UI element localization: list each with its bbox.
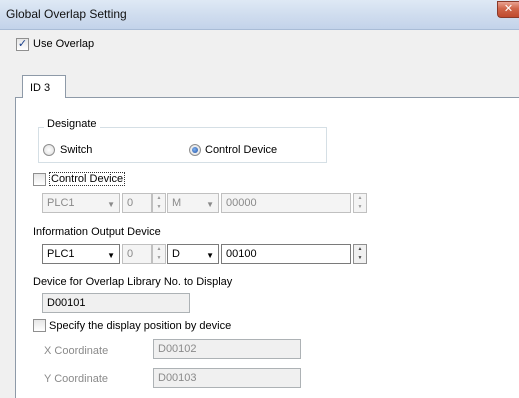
library-display-field: D00101 (42, 293, 190, 313)
control-device-radio[interactable] (189, 144, 201, 156)
info-address-input[interactable]: 00100 (221, 244, 351, 264)
chevron-down-icon: ▼ (206, 200, 214, 209)
info-device-type-select[interactable]: D ▼ (167, 244, 219, 264)
tab-id3[interactable]: ID 3 (22, 75, 66, 98)
info-station-spinner[interactable]: ▲ ▼ (152, 244, 166, 264)
x-coordinate-field: D00102 (153, 339, 301, 359)
window-title: Global Overlap Setting (6, 7, 127, 21)
library-display-label: Device for Overlap Library No. to Displa… (33, 276, 233, 288)
control-station-spinner[interactable]: ▲ ▼ (152, 193, 166, 213)
control-plc-select[interactable]: PLC1 ▼ (42, 193, 120, 213)
use-overlap-label: Use Overlap (33, 38, 95, 50)
y-coordinate-label: Y Coordinate (44, 373, 109, 385)
info-address-spinner[interactable]: ▲ ▼ (353, 244, 367, 264)
info-plc-select[interactable]: PLC1 ▼ (42, 244, 120, 264)
title-bar: Global Overlap Setting ✕ (0, 0, 519, 30)
control-address-input[interactable]: 00000 (221, 193, 351, 213)
chevron-down-icon: ▼ (206, 251, 214, 260)
x-coordinate-label: X Coordinate (44, 345, 109, 357)
close-button[interactable]: ✕ (497, 1, 519, 18)
checkmark-icon: ✓ (17, 38, 28, 50)
switch-radio[interactable] (43, 144, 55, 156)
chevron-down-icon: ▼ (107, 251, 115, 260)
control-address-spinner[interactable]: ▲ ▼ (353, 193, 367, 213)
spin-arrows-icon: ▲ ▼ (357, 195, 363, 210)
use-overlap-checkbox[interactable]: ✓ (16, 38, 29, 51)
control-device-checkbox[interactable] (33, 173, 46, 186)
control-device-type-select[interactable]: M ▼ (167, 193, 219, 213)
control-device-label: Control Device (49, 172, 126, 186)
spin-arrows-icon: ▲ ▼ (357, 246, 363, 261)
control-station-input[interactable]: 0 (122, 193, 152, 213)
spin-arrows-icon: ▲ ▼ (156, 195, 162, 210)
switch-radio-label: Switch (60, 144, 93, 156)
designate-title: Designate (44, 118, 100, 130)
chevron-down-icon: ▼ (107, 200, 115, 209)
control-device-radio-label: Control Device (205, 144, 278, 156)
tab-label: ID 3 (30, 82, 51, 94)
info-station-input[interactable]: 0 (122, 244, 152, 264)
display-position-checkbox[interactable] (33, 319, 46, 332)
info-output-label: Information Output Device (33, 226, 161, 238)
y-coordinate-field: D00103 (153, 368, 301, 388)
spin-arrows-icon: ▲ ▼ (156, 246, 162, 261)
close-icon: ✕ (503, 3, 514, 15)
display-position-label: Specify the display position by device (49, 320, 232, 332)
